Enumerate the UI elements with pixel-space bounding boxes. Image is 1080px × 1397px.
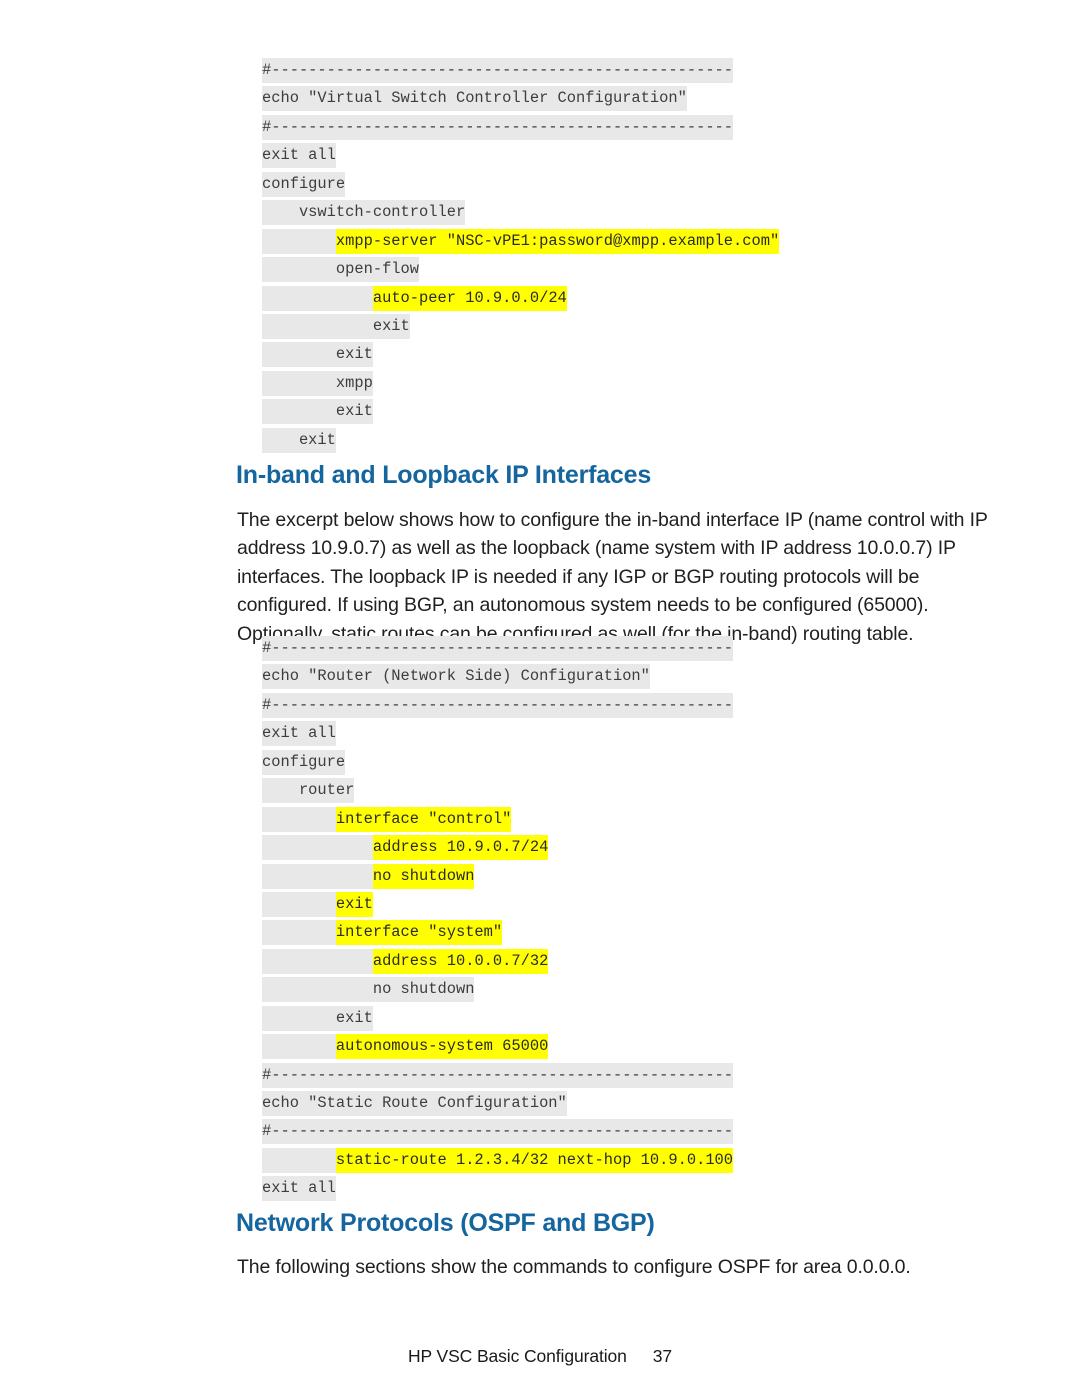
code-highlighted-text: interface "control" — [335, 806, 512, 832]
code-line: exit all — [262, 1174, 733, 1202]
code-line: #---------------------------------------… — [262, 1117, 734, 1145]
footer-title: HP VSC Basic Configuration — [407, 1346, 627, 1366]
code-line: static-route 1.2.3.4/32 next-hop 10.9.0.… — [262, 1146, 734, 1174]
code-highlighted-text: address 10.9.0.7/24 — [372, 835, 549, 861]
code-text: #---------------------------------------… — [262, 58, 734, 83]
code-text: #---------------------------------------… — [262, 1119, 734, 1145]
code-text: #---------------------------------------… — [262, 636, 734, 661]
code-block-router-network-side: #---------------------------------------… — [262, 634, 734, 1203]
code-text: configure — [262, 749, 346, 775]
code-line: no shutdown — [262, 975, 733, 1003]
code-indent — [262, 863, 373, 889]
code-text: exit — [262, 342, 373, 368]
code-text: echo "Static Route Configuration" — [262, 1091, 567, 1116]
code-indent — [262, 835, 373, 861]
paragraph-network-protocols: The following sections show the commands… — [237, 1256, 911, 1278]
code-text: exit — [262, 313, 410, 339]
code-line: xmpp-server "NSC-vPE1:password@xmpp.exam… — [262, 227, 780, 255]
code-line: exit — [262, 890, 733, 918]
document-page: #---------------------------------------… — [0, 0, 1080, 1397]
code-line: #---------------------------------------… — [262, 691, 734, 719]
code-text: vswitch-controller — [262, 200, 466, 226]
code-line: exit all — [262, 141, 779, 169]
code-indent — [262, 806, 336, 832]
heading-network-protocols-ospf-and-bgp: Network Protocols (OSPF and BGP) — [236, 1209, 655, 1237]
code-line: autonomous-system 65000 — [262, 1032, 733, 1060]
code-text: router — [262, 778, 355, 804]
code-text: open-flow — [262, 257, 420, 283]
code-line: echo "Static Route Configuration" — [262, 1089, 733, 1117]
code-text: configure — [262, 171, 346, 197]
code-line: echo "Router (Network Side) Configuratio… — [262, 662, 733, 690]
code-line: #---------------------------------------… — [262, 1061, 734, 1089]
code-indent — [262, 1034, 336, 1060]
code-indent — [262, 948, 373, 974]
code-line: exit all — [262, 719, 733, 747]
code-text: exit all — [262, 143, 336, 169]
code-line: interface "control" — [262, 805, 733, 833]
code-line: exit — [262, 312, 779, 340]
code-line: interface "system" — [262, 918, 733, 946]
paragraph-in-band-and-loopback: The excerpt below shows how to configure… — [237, 509, 988, 645]
code-highlighted-text: static-route 1.2.3.4/32 next-hop 10.9.0.… — [335, 1147, 734, 1173]
code-line: address 10.9.0.7/24 — [262, 833, 733, 861]
code-text: echo "Router (Network Side) Configuratio… — [262, 664, 650, 690]
code-line: echo "Virtual Switch Controller Configur… — [262, 84, 779, 112]
code-line: #---------------------------------------… — [262, 634, 734, 662]
code-highlighted-text: address 10.0.0.7/32 — [372, 948, 549, 974]
code-indent — [262, 228, 336, 254]
code-line: exit — [262, 1004, 733, 1032]
code-text: exit — [262, 399, 373, 425]
code-text: #---------------------------------------… — [262, 114, 734, 140]
code-line: xmpp — [262, 369, 779, 397]
code-text: #---------------------------------------… — [262, 1062, 734, 1088]
code-line: address 10.0.0.7/32 — [262, 947, 733, 975]
code-text: exit all — [262, 1176, 336, 1202]
code-line: no shutdown — [262, 862, 733, 890]
code-text: echo "Virtual Switch Controller Configur… — [262, 86, 687, 112]
code-text: exit — [262, 1005, 373, 1031]
code-indent — [262, 285, 373, 311]
code-text: #---------------------------------------… — [262, 692, 734, 718]
code-line: configure — [262, 170, 779, 198]
code-text: no shutdown — [262, 977, 475, 1003]
code-indent — [262, 920, 336, 946]
code-line: open-flow — [262, 255, 779, 283]
code-line: exit — [262, 340, 779, 368]
code-line: router — [262, 776, 733, 804]
code-highlighted-text: auto-peer 10.9.0.0/24 — [372, 285, 567, 311]
code-text: exit all — [262, 721, 336, 747]
code-line: exit — [262, 397, 779, 425]
code-highlighted-text: interface "system" — [335, 920, 503, 946]
code-highlighted-text: xmpp-server "NSC-vPE1:password@xmpp.exam… — [335, 228, 780, 254]
code-indent — [262, 891, 336, 917]
code-line: configure — [262, 748, 733, 776]
code-block-vswitch-controller: #---------------------------------------… — [262, 56, 780, 454]
code-highlighted-text: autonomous-system 65000 — [335, 1034, 549, 1060]
code-highlighted-text: no shutdown — [372, 863, 475, 889]
code-highlighted-text: exit — [335, 891, 373, 917]
code-line: vswitch-controller — [262, 198, 779, 226]
code-indent — [262, 1147, 336, 1173]
footer-page-number: 37 — [652, 1346, 673, 1366]
code-line: auto-peer 10.9.0.0/24 — [262, 284, 779, 312]
code-text: xmpp — [262, 370, 373, 396]
heading-in-band-and-loopback-ip-interfaces: In-band and Loopback IP Interfaces — [236, 461, 652, 489]
page-footer: HP VSC Basic Configuration 37 — [0, 1346, 1080, 1367]
code-line: exit — [262, 426, 779, 454]
code-line: #---------------------------------------… — [262, 113, 779, 141]
code-text: exit — [262, 427, 336, 453]
code-line: #---------------------------------------… — [262, 56, 779, 84]
